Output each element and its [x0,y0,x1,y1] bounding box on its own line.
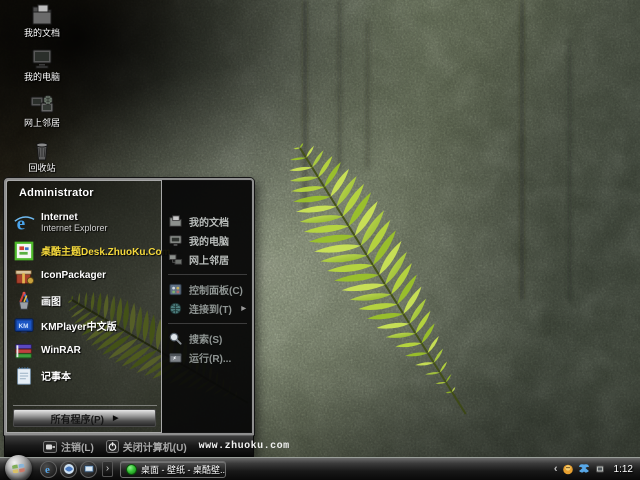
start-menu-user-name: Administrator [19,187,94,199]
menu-item-label: 我的电脑 [189,237,229,248]
log-off-label: 注销(L) [61,443,94,454]
desktop-icon-label: 回收站 [28,163,56,173]
shut-down-button[interactable]: 关闭计算机(U) [105,439,187,454]
control-panel-icon [169,283,182,296]
start-menu-item-kmplayer[interactable]: KM KMPlayer中文版 [11,313,159,338]
desktop: 我的文档 我的电脑 网上邻居 回收站 Administrator e Inter… [0,0,640,480]
taskbar-task-button[interactable]: 桌面 - 壁纸 - 桌酷壁... [120,460,226,478]
desktop-icon-label: 我的文档 [23,28,60,38]
zhuoku-website-text: www.zhuoku.com [198,441,290,452]
task-window-icon [126,463,137,475]
menu-item-label: IconPackager [41,270,107,281]
desktop-icon-label: 我的电脑 [23,72,60,82]
start-menu-item-winrar[interactable]: WinRAR [11,338,159,363]
menu-right-separator [168,323,247,324]
start-menu: Administrator e Internet Internet Explore… [4,178,289,458]
menu-item-sublabel: Internet Explorer [41,222,108,233]
windows-orb-icon [12,463,25,474]
all-programs-arrow-icon: ▶ [112,415,119,422]
menu-item-label: 网上邻居 [189,256,229,267]
svg-text:KM: KM [19,322,29,329]
zhuoku-theme-icon [14,241,34,260]
desktop-icon-network-places[interactable]: 网上邻居 [12,93,72,128]
menu-item-label: Internet [41,211,78,223]
tray-chevron-icon[interactable]: ‹ [554,464,558,475]
connect-to-icon [169,302,182,315]
menu-left-spacer [11,388,159,403]
menu-item-label: 我的文档 [189,218,229,229]
my-documents-small-icon [169,215,182,227]
menu-item-label: 画图 [41,297,61,308]
my-documents-icon [32,4,52,25]
quicklaunch-expand-button[interactable]: › [102,461,113,477]
internet-explorer-icon: e [14,213,35,234]
winrar-icon [15,343,32,358]
recycle-bin-icon [36,142,48,161]
iconpackager-icon [15,269,34,284]
desktop-icon-my-computer[interactable]: 我的电脑 [12,47,72,82]
start-menu-item-notepad[interactable]: 记事本 [11,363,159,388]
all-programs-label: 所有程序(P) [50,414,104,426]
log-off-icon [43,440,57,453]
start-menu-right-panel: 我的文档 我的电脑 网上邻居 控制面板(C) 连接到(T) ▶ 搜索(S) 运行… [162,180,252,433]
tray-blue-app-icon[interactable] [578,463,590,475]
shut-down-label: 关闭计算机(U) [122,443,187,454]
start-menu-item-paint[interactable]: 画图 [11,288,159,313]
start-menu-frame: Administrator e Internet Internet Explore… [4,178,254,435]
start-menu-bottom-bar: 注销(L) 关闭计算机(U) www.zhuoku.com [4,435,289,458]
start-menu-item-run[interactable]: 运行(R)... [168,348,249,367]
quicklaunch-show-desktop-icon [83,465,94,473]
quicklaunch-ie-icon: e [45,464,50,475]
menu-item-label: 连接到(T) [189,305,232,316]
taskbar-clock[interactable]: 1:12 [614,464,633,475]
start-menu-item-control-panel[interactable]: 控制面板(C) [168,280,249,299]
start-menu-item-my-documents[interactable]: 我的文档 [168,212,249,231]
menu-item-label: 搜索(S) [189,335,223,346]
start-menu-item-network-places[interactable]: 网上邻居 [168,250,249,269]
menu-right-separator [168,274,247,275]
quicklaunch-ie-button[interactable]: e [40,460,57,478]
menu-item-label: WinRAR [41,345,81,356]
notepad-icon [17,366,31,385]
quicklaunch-media-button[interactable] [60,460,77,478]
menu-item-label: 运行(R)... [189,354,232,365]
quick-launch-bar: e [40,460,97,478]
network-places-icon [30,95,54,113]
start-menu-item-iconpackager[interactable]: IconPackager [11,263,159,288]
menu-item-label: 桌酷主题Desk.ZhuoKu.Com [41,247,171,258]
menu-item-label: 控制面板(C) [189,286,243,297]
my-computer-icon [32,49,52,69]
tray-gray-app-icon[interactable] [594,463,606,475]
task-button-label: 桌面 - 壁纸 - 桌酷壁... [141,464,226,475]
system-tray: ‹ 1:12 [554,463,640,475]
svg-text:e: e [45,464,50,475]
desktop-icon-recycle-bin[interactable]: 回收站 [12,140,72,173]
desktop-icon-label: 网上邻居 [23,118,60,128]
all-programs-button[interactable]: 所有程序(P) ▶ [13,409,156,427]
start-button[interactable] [5,455,32,480]
start-menu-item-search[interactable]: 搜索(S) [168,329,249,348]
start-menu-item-connect-to[interactable]: 连接到(T) ▶ [168,299,249,318]
paint-icon [18,291,30,310]
search-icon [169,332,182,345]
network-places-small-icon [168,254,183,265]
shut-down-icon [105,440,119,453]
start-menu-item-zhuoku-theme[interactable]: 桌酷主题Desk.ZhuoKu.Com [11,238,170,263]
quicklaunch-media-icon [63,464,74,474]
taskbar: e › 桌面 - 壁纸 - 桌酷壁... ‹ 1:12 [0,455,640,480]
menu-item-label: KMPlayer中文版 [41,322,117,333]
desktop-icon-my-documents[interactable]: 我的文档 [12,3,72,38]
start-menu-item-my-computer[interactable]: 我的电脑 [168,231,249,250]
quicklaunch-show-desktop-button[interactable] [80,460,97,478]
menu-left-separator [13,405,157,406]
start-menu-item-internet-explorer[interactable]: e Internet Internet Explorer [11,207,159,238]
my-computer-small-icon [169,235,182,246]
menu-item-label: 记事本 [41,372,71,383]
kmplayer-icon: KM [14,317,34,333]
tray-orange-app-icon[interactable] [562,463,574,475]
start-menu-left-panel: Administrator e Internet Internet Explore… [6,180,170,433]
submenu-arrow-icon: ▶ [241,306,246,312]
run-icon [169,353,182,363]
log-off-button[interactable]: 注销(L) [43,439,94,454]
